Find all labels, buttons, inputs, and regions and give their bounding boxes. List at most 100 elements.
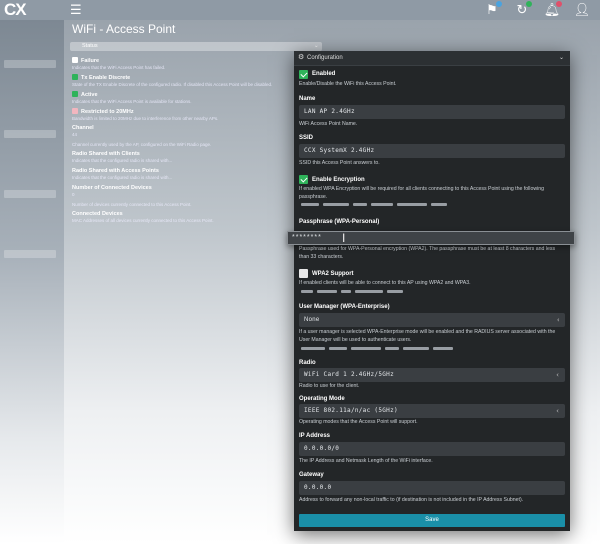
status-item-title: Restricted to 20MHz	[72, 108, 292, 116]
status-item-desc: Number of devices currently connected to…	[72, 202, 192, 207]
name-label: Name	[299, 96, 316, 102]
status-item-desc: Bandwidth is limited to 20MHz due to int…	[72, 116, 219, 121]
status-item-title-text: Active	[81, 92, 98, 98]
flag-icon[interactable]: ⚑	[482, 1, 502, 19]
configuration-panel: ⚙ Configuration ⌄ Enabled Enable/Disable…	[294, 51, 570, 531]
status-list-item: Connected Devices MAC Addresses of all de…	[72, 211, 292, 224]
status-label: Status	[82, 43, 98, 49]
status-item-title-text: Channel	[72, 125, 94, 131]
radio-select[interactable]: WiFi Card 1 2.4GHz/5GHz ‹	[299, 368, 565, 382]
enabled-checkbox[interactable]	[299, 70, 308, 79]
redacted-text	[299, 345, 563, 353]
status-indicator-icon	[72, 74, 78, 80]
refresh-icon[interactable]: ↻	[512, 1, 532, 19]
operating-mode-value: IEEE 802.11a/n/ac (5GHz)	[304, 407, 398, 414]
name-help: WiFi Access Point Name.	[299, 121, 358, 127]
status-item-title: Number of Connected Devices	[72, 185, 292, 192]
status-section-toggle[interactable]: Status ⌄	[70, 42, 322, 51]
chevron-left-icon: ‹	[556, 316, 560, 324]
user-icon[interactable]: 👤︎	[572, 1, 592, 19]
ip-address-field[interactable]: 0.0.0.0/0	[299, 442, 565, 456]
status-list-item: Number of devices currently connected to…	[72, 202, 292, 208]
status-item-title-text: Number of Connected Devices	[72, 185, 152, 191]
redacted-text	[299, 201, 563, 209]
status-list-item: Active Indicates that the WiFi Access Poi…	[72, 91, 292, 105]
header-icons: ⚑ ↻ 🔔︎ 👤︎	[482, 1, 592, 19]
ssid-field[interactable]: CCX SystemX 2.4GHz	[299, 144, 565, 158]
status-indicator-icon	[72, 91, 78, 97]
radio-help: Radio to use for the client.	[299, 383, 360, 389]
status-item-title-text: Tx Enable Discrete	[81, 75, 131, 81]
save-button[interactable]: Save	[299, 514, 565, 527]
status-indicator-icon	[72, 57, 78, 63]
status-list-item: Number of Connected Devices 0	[72, 185, 292, 198]
hamburger-icon[interactable]: ☰	[70, 3, 82, 17]
sidebar-item[interactable]	[4, 60, 56, 68]
passphrase-help: Passphrase used for WPA-Personal encrypt…	[299, 246, 556, 260]
status-item-title: Radio Shared with Access Points	[72, 168, 292, 175]
status-item-title: Radio Shared with Clients	[72, 151, 292, 158]
status-item-desc: State of the TX Enable Discrete of the c…	[72, 82, 273, 87]
ssid-value: CCX SystemX 2.4GHz	[304, 147, 375, 154]
status-list-item: Radio Shared with Clients Indicates that …	[72, 151, 292, 164]
status-item-desc: 44	[72, 132, 78, 137]
encryption-checkbox[interactable]	[299, 175, 308, 184]
status-item-desc: Channel currently used by the AP, config…	[72, 142, 212, 147]
status-item-title-text: Failure	[81, 58, 100, 64]
gateway-label: Gateway	[299, 472, 324, 478]
wpa2-checkbox[interactable]	[299, 269, 308, 278]
ssid-label: SSID	[299, 135, 314, 141]
radio-value: WiFi Card 1 2.4GHz/5GHz	[304, 371, 394, 378]
configuration-title: Configuration	[307, 55, 343, 61]
gateway-value: 0.0.0.0	[304, 484, 332, 491]
status-item-title: Failure	[72, 57, 292, 65]
status-item-title-text: Radio Shared with Clients	[72, 151, 140, 157]
chevron-left-icon: ‹	[555, 371, 560, 379]
gateway-field[interactable]: 0.0.0.0	[299, 481, 565, 495]
encryption-label: Enable Encryption	[312, 177, 365, 183]
sidebar-item[interactable]	[4, 250, 56, 258]
status-indicator-icon	[72, 108, 78, 114]
passphrase-label: Passphrase (WPA-Personal)	[299, 219, 380, 225]
status-item-desc: Indicates that the WiFi Access Point has…	[72, 65, 166, 70]
chevron-left-icon: ‹	[555, 407, 560, 415]
name-value: LAN AP 2.4GHz	[304, 108, 355, 115]
user-manager-label: User Manager (WPA-Enterprise)	[299, 304, 390, 310]
ssid-help: SSID this Access Point answers to.	[299, 160, 380, 166]
ip-address-help: The IP Address and Netmask Length of the…	[299, 458, 433, 464]
status-list-item: Channel currently used by the AP, config…	[72, 142, 292, 148]
ip-address-label: IP Address	[299, 433, 331, 439]
operating-mode-help: Operating modes that the Access Point wi…	[299, 419, 418, 425]
configuration-header[interactable]: ⚙ Configuration ⌄	[294, 51, 570, 66]
status-item-title: Connected Devices	[72, 211, 292, 218]
chevron-down-icon: ⌄	[558, 55, 564, 61]
operating-mode-label: Operating Mode	[299, 396, 345, 402]
encryption-help: If enabled WPA Encryption will be requir…	[299, 186, 544, 200]
user-manager-select[interactable]: None ‹	[299, 313, 565, 327]
status-list-item: Restricted to 20MHz Bandwidth is limited …	[72, 108, 292, 122]
operating-mode-select[interactable]: IEEE 802.11a/n/ac (5GHz) ‹	[299, 404, 565, 418]
gateway-help: Address to forward any non-local traffic…	[299, 497, 524, 503]
app-logo: CX	[4, 0, 27, 19]
status-item-desc: Indicates that the configured radio is s…	[72, 175, 173, 180]
name-field[interactable]: LAN AP 2.4GHz	[299, 105, 565, 119]
status-item-title: Tx Enable Discrete	[72, 74, 292, 82]
status-item-title-text: Radio Shared with Access Points	[72, 168, 159, 174]
enabled-label: Enabled	[312, 71, 336, 77]
status-item-title: Active	[72, 91, 292, 99]
text-cursor-icon: I	[342, 231, 346, 245]
sidebar-item[interactable]	[4, 130, 56, 138]
status-list-item: Channel 44	[72, 125, 292, 138]
status-item-desc: Indicates that the WiFi Access Point is …	[72, 99, 192, 104]
sidebar-item[interactable]	[4, 190, 56, 198]
wpa2-help: If enabled clients will be able to conne…	[299, 280, 471, 286]
status-list-item: Radio Shared with Access Points Indicates…	[72, 168, 292, 181]
enabled-help: Enable/Disable the WiFi this Access Poin…	[299, 81, 397, 87]
redacted-text	[299, 288, 563, 296]
status-item-desc: Indicates that the configured radio is s…	[72, 158, 173, 163]
gear-icon: ⚙	[298, 54, 305, 61]
status-item-desc: MAC Addresses of all devices currently c…	[72, 218, 214, 223]
passphrase-field[interactable]: ********	[287, 231, 575, 245]
bell-icon[interactable]: 🔔︎	[542, 1, 562, 19]
user-manager-help: If a user manager is selected WPA-Enterp…	[299, 329, 556, 343]
